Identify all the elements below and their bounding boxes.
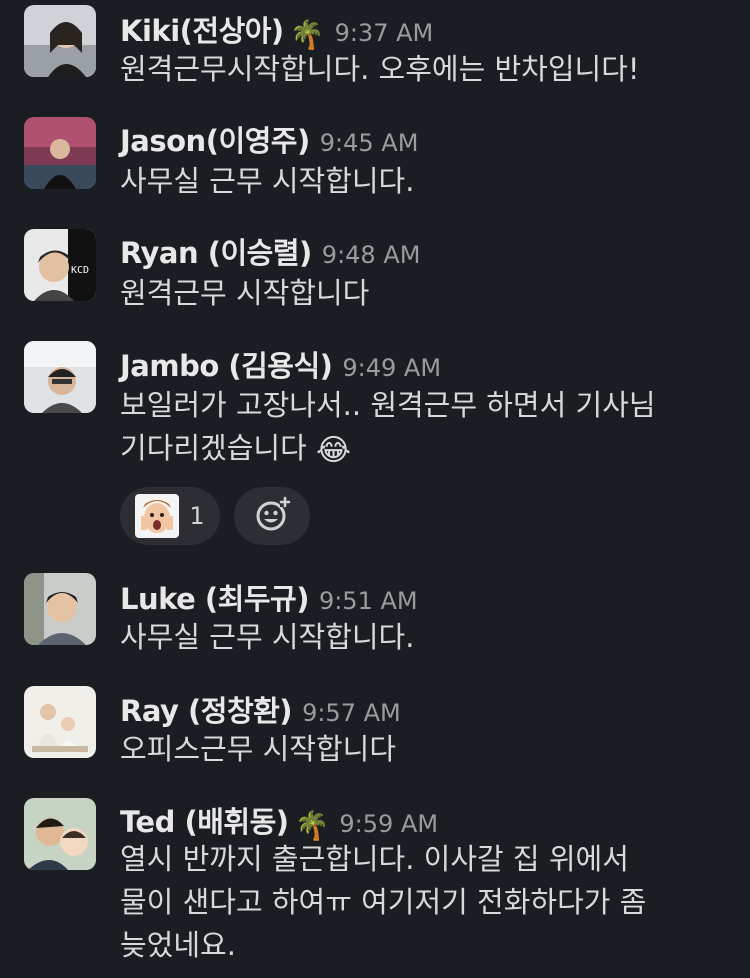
avatar-ray[interactable] <box>24 686 96 758</box>
avatar-luke[interactable] <box>24 573 96 645</box>
avatar-text: KCD <box>71 265 89 276</box>
reaction-count: 1 <box>189 502 205 530</box>
author-name[interactable]: Jambo (김용식) <box>120 349 333 383</box>
author-name[interactable]: Kiki(전상아) <box>120 14 284 48</box>
message-text-body: 보일러가 고장나서.. 원격근무 하면서 기사님 기다리겠습니다 <box>120 388 656 465</box>
message-text: 사무실 근무 시작합니다. <box>120 620 415 654</box>
message-text: 열시 반까지 출근합니다. 이사갈 집 위에서 물이 샌다고 하여ㅠ 여기저기 … <box>120 842 647 962</box>
add-reaction-button[interactable] <box>234 487 310 545</box>
timestamp[interactable]: 9:51 AM <box>319 587 418 615</box>
author-name[interactable]: Ryan (이승렬) <box>120 236 312 270</box>
avatar-jason[interactable] <box>24 117 96 189</box>
message-text: 사무실 근무 시작합니다. <box>120 164 415 198</box>
avatar-ted[interactable] <box>24 798 96 870</box>
add-reaction-icon <box>253 495 291 537</box>
message-text: 원격근무시작합니다. 오후에는 반차입니다! <box>120 52 640 86</box>
author-name[interactable]: Luke (최두규) <box>120 582 309 616</box>
message-text: 오피스근무 시작합니다 <box>120 732 397 766</box>
author-name[interactable]: Jason(이영주) <box>120 124 310 158</box>
timestamp[interactable]: 9:57 AM <box>302 699 401 727</box>
avatar-jambo[interactable] <box>24 341 96 413</box>
surprised-face-icon <box>135 494 180 538</box>
avatar-kiki[interactable] <box>24 5 96 77</box>
timestamp[interactable]: 9:48 AM <box>322 241 421 269</box>
laughing-tears-icon: 😂 <box>315 433 352 468</box>
reaction-bar: 1 <box>120 487 310 545</box>
author-name[interactable]: Ray (정창환) <box>120 694 293 728</box>
timestamp[interactable]: 9:45 AM <box>320 129 419 157</box>
timestamp[interactable]: 9:37 AM <box>335 19 434 47</box>
timestamp[interactable]: 9:59 AM <box>339 810 438 838</box>
avatar-ryan[interactable]: KCD <box>24 229 96 301</box>
timestamp[interactable]: 9:49 AM <box>342 354 441 382</box>
message-text: 원격근무 시작합니다 <box>120 276 370 310</box>
palm-tree-icon: 🌴 <box>289 18 325 51</box>
author-name[interactable]: Ted (배휘동) <box>120 805 289 839</box>
message-text: 보일러가 고장나서.. 원격근무 하면서 기사님 기다리겠습니다 😂 <box>120 384 730 472</box>
reaction-pill[interactable]: 1 <box>120 487 220 545</box>
